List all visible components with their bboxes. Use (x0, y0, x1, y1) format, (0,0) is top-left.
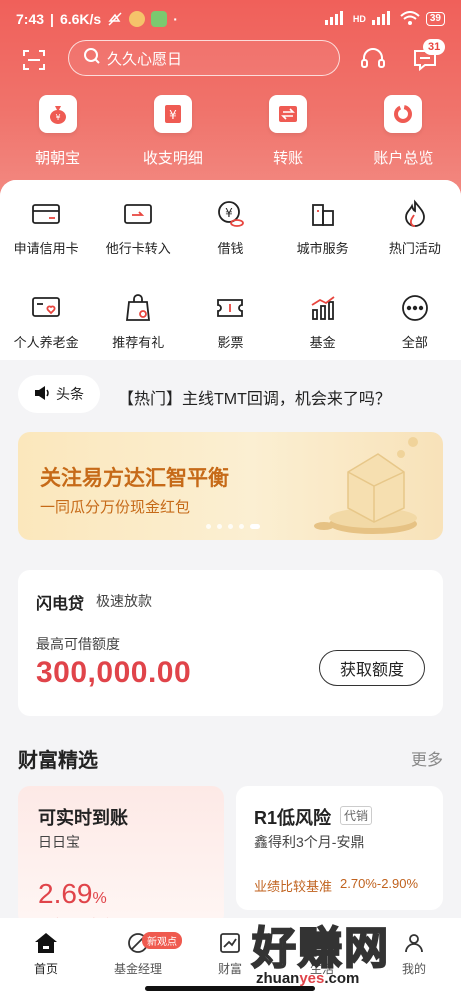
headline-tag: 头条 (18, 375, 100, 413)
agency-tag: 代销 (340, 806, 373, 825)
gift-bag-icon (122, 292, 154, 324)
scan-icon[interactable] (22, 48, 46, 72)
flame-icon (399, 198, 431, 230)
service-borrow[interactable]: ¥ 借钱 (184, 198, 276, 257)
wealth-card-low-risk[interactable]: R1低风险 代销 鑫得利3个月-安鼎 业绩比较基准 2.70%-2.90% (236, 786, 443, 910)
benchmark-label: 业绩比较基准 (254, 879, 333, 894)
loan-limit-label: 最高可借额度 (36, 636, 120, 652)
banner-title: 关注易方达汇智平衡 (40, 467, 229, 490)
service-city[interactable]: 城市服务 (277, 198, 369, 257)
transfer-icon (269, 95, 308, 133)
pension-card-icon (30, 292, 62, 324)
movie-ticket-icon (214, 292, 246, 324)
service-fund[interactable]: 基金 (277, 292, 369, 351)
search-placeholder: 久久心愿日 (107, 50, 183, 68)
status-bar: 7:43 | 6.6K/s · HD 39 (0, 0, 461, 38)
battery-indicator: 39 (425, 12, 445, 26)
quick-action-zhaozhaobao[interactable]: ¥ 朝朝宝 (0, 95, 115, 168)
status-speed: 6.6K/s (59, 11, 102, 27)
service-pension[interactable]: 个人养老金 (0, 292, 92, 351)
get-limit-button[interactable]: 获取额度 (319, 650, 425, 686)
home-icon (33, 930, 59, 956)
card-rate: 2.69% (38, 878, 107, 909)
loan-card[interactable]: 闪电贷 极速放款 最高可借额度 300,000.00 获取额度 (18, 570, 443, 716)
download-icon (151, 11, 168, 27)
quick-action-transactions[interactable]: ¥ 收支明细 (115, 95, 230, 168)
wealth-chart-icon (217, 930, 243, 956)
service-movie-ticket[interactable]: 影票 (184, 292, 276, 351)
svg-text:¥: ¥ (55, 113, 60, 122)
home-indicator[interactable] (145, 986, 315, 991)
bar-chart-icon (307, 292, 339, 324)
card-title: R1低风险 (254, 808, 332, 828)
loan-amount: 300,000.00 (36, 656, 192, 689)
quick-action-account-overview[interactable]: 账户总览 (346, 95, 461, 168)
service-all[interactable]: 全部 (369, 292, 461, 351)
more-dots-icon (399, 292, 431, 324)
tab-mine[interactable]: 我的 (368, 930, 460, 977)
svg-text:¥: ¥ (169, 108, 177, 122)
profile-icon (401, 930, 427, 956)
benchmark-value: 2.70%-2.90% (340, 876, 419, 891)
loan-name: 闪电贷 (36, 596, 85, 613)
yen-coin-icon: ¥ (214, 198, 246, 230)
new-view-badge: 新观点 (142, 932, 182, 949)
ring-chart-icon (384, 95, 423, 133)
service-card-transfer-in[interactable]: 他行卡转入 (92, 198, 184, 257)
city-building-icon (307, 198, 339, 230)
banner-pagination (206, 524, 260, 529)
yen-receipt-icon: ¥ (153, 95, 192, 133)
headline-text[interactable]: 【热门】主线TMT回调，机会来了吗？ (118, 385, 391, 409)
speaker-icon (34, 385, 50, 403)
signal-hd-label: HD (352, 14, 366, 24)
app-notification-icon (129, 11, 146, 27)
signal-icon-2 (371, 11, 394, 27)
tab-home[interactable]: 首页 (0, 930, 92, 977)
wealth-more-link[interactable]: 更多 (411, 746, 443, 770)
service-referral[interactable]: 推荐有礼 (92, 292, 184, 351)
life-icon (309, 930, 335, 956)
service-hot-activity[interactable]: 热门活动 (369, 198, 461, 257)
wealth-section-title: 财富精选 (18, 750, 98, 772)
search-icon (83, 47, 101, 69)
money-bag-icon: ¥ (38, 95, 77, 133)
customer-service-icon[interactable] (360, 46, 386, 72)
wealth-card-realtime[interactable]: 可实时到账 日日宝 2.69% 最高七日年化 (18, 786, 224, 926)
svg-text:¥: ¥ (226, 206, 234, 220)
message-count-badge: 31 (423, 39, 446, 55)
quick-action-transfer[interactable]: 转账 (231, 95, 346, 168)
status-time: 7:43 (16, 11, 45, 27)
promo-banner[interactable]: 关注易方达汇智平衡 一同瓜分万份现金红包 (18, 432, 443, 540)
loan-subtitle: 极速放款 (96, 593, 152, 609)
wifi-icon (400, 11, 420, 27)
service-apply-credit-card[interactable]: 申请信用卡 (0, 198, 92, 257)
credit-card-icon (30, 198, 62, 230)
headline-bar[interactable]: 头条 【热门】主线TMT回调，机会来了吗？ (0, 373, 461, 415)
card-transfer-in-icon (122, 198, 154, 230)
tab-life[interactable]: 生活 (276, 930, 368, 977)
tab-wealth[interactable]: 财富 (184, 930, 276, 977)
card-product: 日日宝 (38, 834, 80, 850)
service-row-1: 申请信用卡 他行卡转入 ¥ 借钱 城市服务 热门活动 (0, 198, 461, 257)
service-row-2: 个人养老金 推荐有礼 影票 基金 全部 (0, 292, 461, 351)
signal-icon (324, 11, 347, 27)
card-title: 可实时到账 (38, 808, 128, 828)
mute-icon (107, 11, 123, 27)
banner-subtitle: 一同瓜分万份现金红包 (40, 499, 191, 516)
search-input[interactable]: 久久心愿日 (68, 40, 340, 76)
card-product: 鑫得利3个月-安鼎 (254, 834, 365, 850)
